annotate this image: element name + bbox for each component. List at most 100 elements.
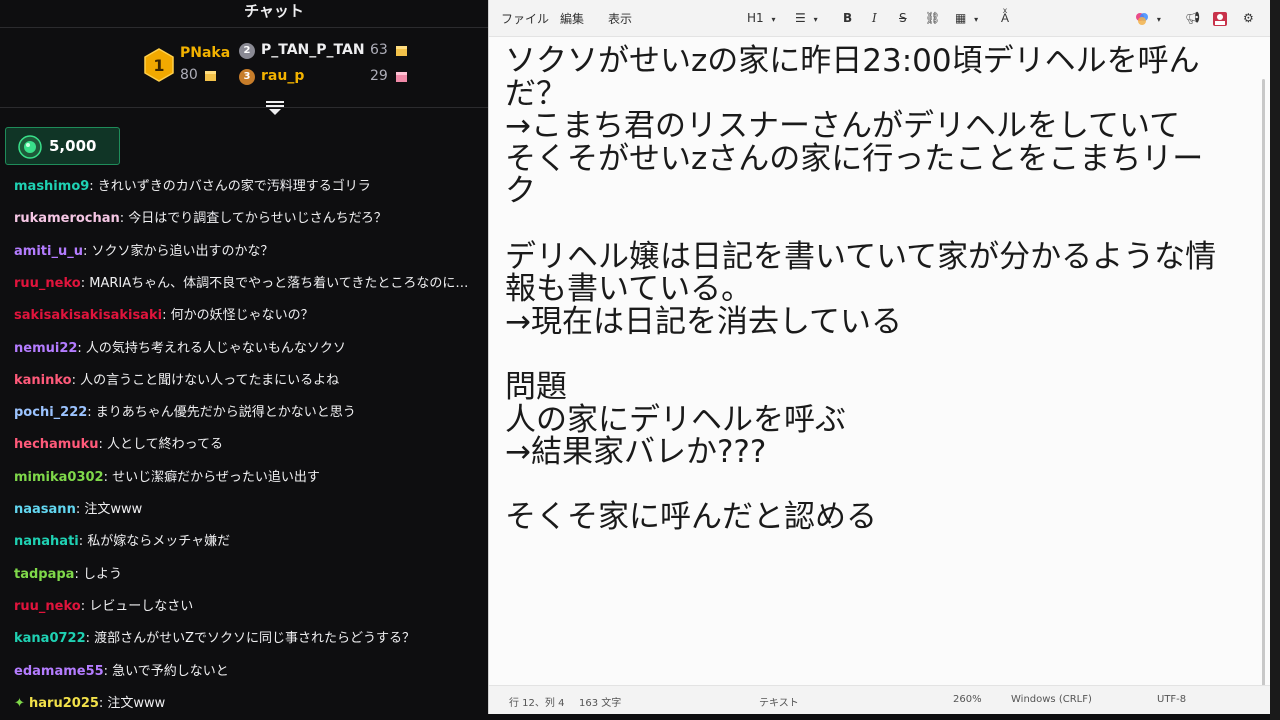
copilot-dropdown[interactable]: ▾ — [1135, 8, 1161, 28]
rank-1-number: 1 — [153, 56, 164, 75]
chat-message-text: : 私が嫁ならメッチャ嫌だ — [78, 534, 231, 550]
list-dropdown[interactable]: ☰ ▾ — [795, 8, 818, 28]
document-line[interactable]: デリヘル嬢は日記を書いていて家が分かるような情 — [505, 240, 1255, 274]
chat-message-text: : 人として終わってる — [98, 437, 223, 453]
profile-icon — [1213, 11, 1227, 26]
chat-username[interactable]: naasann — [14, 502, 76, 517]
chat-message: pochi_222: まりあちゃん優先だから説得とかないと思う — [14, 402, 488, 424]
chat-username[interactable]: kaninko — [14, 373, 72, 388]
heading-dropdown[interactable]: H1 ▾ — [747, 8, 776, 28]
text-format[interactable]: テキスト — [759, 694, 799, 709]
document-line[interactable]: →結果家バレか??? — [505, 436, 1255, 469]
document-line[interactable]: だ？ — [505, 77, 1255, 111]
rank-2-badge: 2 — [239, 43, 255, 59]
document-line[interactable]: →こまち君のリスナーさんがデリヘルをしていて — [505, 110, 1255, 143]
account-icon[interactable] — [1213, 8, 1227, 28]
document-line[interactable] — [505, 469, 1255, 502]
chat-username[interactable]: tadpapa — [14, 567, 74, 582]
italic-button[interactable]: I — [872, 8, 877, 28]
table-icon: ▦ — [955, 11, 967, 25]
text-editor[interactable]: ソクソがせいzの家に昨日23:00頃デリヘルを呼ん だ？ →こまち君のリスナーさんが… — [489, 36, 1271, 715]
document-line[interactable]: ク — [505, 175, 1255, 208]
rank-1-badge-icon: 1 — [144, 48, 174, 82]
document-line[interactable]: 問題 — [505, 371, 1255, 404]
chat-message-text: : きれいずきのカバさんの家で汚料理するゴリラ — [89, 179, 371, 194]
megaphone-icon[interactable]: 📢︎ — [1185, 8, 1200, 28]
chat-username[interactable]: nemui22 — [14, 341, 77, 356]
clear-format-icon[interactable]: Aͯ — [1001, 8, 1009, 28]
gift-box-icon — [205, 71, 216, 81]
chat-message: naasann: 注文www — [14, 499, 488, 521]
menu-edit[interactable]: 編集 — [560, 10, 584, 27]
gift-box-icon — [396, 72, 407, 82]
line-ending[interactable]: Windows (CRLF) — [1011, 694, 1092, 705]
chat-username[interactable]: ruu_neko — [14, 599, 81, 614]
chat-message-text: : 急いで予約しないと — [103, 663, 229, 679]
document-line[interactable] — [505, 208, 1255, 241]
chevron-down-icon: ▾ — [813, 15, 818, 24]
char-count: 163 文字 — [579, 698, 622, 709]
copilot-icon — [1136, 12, 1148, 25]
document-line[interactable]: 報も書いている。 — [505, 273, 1255, 306]
chat-message: ✦ haru2025: 注文www — [14, 693, 488, 715]
chat-message-text: : 渡部さんがせいZでソクソに同じ事されたらどうする？ — [85, 631, 416, 647]
link-icon[interactable]: ⛓ — [925, 8, 940, 28]
document-line[interactable] — [505, 338, 1255, 371]
notepad-window: ファイル 編集 表示 H1 ▾ ☰ ▾ B I S ⛓ ▦ ▾ Aͯ ▾ 📢︎ — [488, 0, 1271, 715]
document-text[interactable]: ソクソがせいzの家に昨日23:00頃デリヘルを呼ん だ？ →こまち君のリスナーさんが… — [505, 45, 1255, 534]
chat-header: チャット — [0, 0, 488, 28]
zoom-level[interactable]: 260% — [953, 694, 982, 705]
chat-username[interactable]: pochi_222 — [14, 405, 87, 420]
table-dropdown[interactable]: ▦ ▾ — [955, 8, 978, 28]
chat-message: nemui22: 人の気持ち考えれる人じゃないもんなソクソ — [14, 338, 488, 360]
settings-gear-icon[interactable]: ⚙ — [1243, 8, 1254, 28]
menu-bar: ファイル 編集 表示 H1 ▾ ☰ ▾ B I S ⛓ ▦ ▾ Aͯ ▾ 📢︎ — [489, 0, 1271, 36]
document-line[interactable]: そくそ家に呼んだと認める — [505, 501, 1255, 534]
rank-3-score: 29 — [370, 68, 388, 84]
chat-username[interactable]: edamame55 — [14, 664, 104, 679]
chat-username[interactable]: haru2025 — [29, 696, 99, 711]
chat-message: tadpapa: しよう — [14, 564, 488, 586]
document-line[interactable]: ソクソがせいzの家に昨日23:00頃デリヘルを呼ん — [505, 45, 1255, 78]
chat-message: mashimo9: きれいずきのカバさんの家で汚料理するゴリラ — [14, 176, 488, 198]
chat-username[interactable]: mimika0302 — [14, 470, 104, 485]
chat-username[interactable]: amiti_u_u — [14, 244, 83, 259]
chat-message: mimika0302: せいじ潔癖だからぜったい追い出す — [14, 467, 488, 489]
encoding[interactable]: UTF-8 — [1157, 694, 1186, 705]
chat-username[interactable]: ruu_neko — [14, 276, 81, 291]
menu-file[interactable]: ファイル — [501, 10, 549, 27]
chat-message-text: : ソクソ家から追い出すのかな？ — [82, 243, 274, 259]
rank-3-badge: 3 — [239, 69, 255, 85]
strikethrough-button[interactable]: S — [899, 8, 907, 28]
chat-message: ruu_neko: レビューしなさい — [14, 596, 488, 618]
document-line[interactable]: そくそがせいzさんの家に行ったことをこまちリー — [505, 143, 1255, 176]
chevron-down-icon: ▾ — [974, 15, 979, 24]
status-bar: 行 12、列 4 163 文字 テキスト 260% Windows (CRLF)… — [489, 685, 1271, 714]
rank-3-name: rau_p — [261, 68, 305, 84]
chat-username[interactable]: rukamerochan — [14, 211, 120, 226]
chat-username[interactable]: sakisakisakisakisaki — [14, 308, 162, 323]
document-line[interactable]: →現在は日記を消去している — [505, 306, 1255, 339]
chat-message: hechamuku: 人として終わってる — [14, 434, 488, 456]
chat-username[interactable]: hechamuku — [14, 437, 99, 452]
rank-1-name: PNaka — [180, 45, 231, 61]
collapse-leaderboard-icon[interactable] — [265, 100, 285, 116]
chevron-down-icon: ▾ — [771, 15, 776, 24]
chat-message: nanahati: 私が嫁ならメッチャ嫌だ — [14, 531, 488, 553]
chat-username[interactable]: nanahati — [14, 534, 79, 549]
gift-leaderboard[interactable]: 1 PNaka 80 2 P_TAN_P_TAN 63 3 rau_p 29 — [0, 30, 488, 108]
bold-button[interactable]: B — [843, 8, 852, 28]
chat-username[interactable]: kana0722 — [14, 631, 86, 646]
chat-message: sakisakisakisakisaki: 何かの妖怪じゃないの？ — [14, 305, 488, 327]
chat-message: rukamerochan: 今日はでり調査してからせいじさんちだろ？ — [14, 208, 488, 230]
background-strip — [1270, 0, 1280, 720]
chat-username[interactable]: mashimo9 — [14, 179, 89, 194]
chat-message: kana0722: 渡部さんがせいZでソクソに同じ事されたらどうする？ — [14, 628, 488, 650]
chat-message-text: : 何かの妖怪じゃないの？ — [162, 308, 314, 324]
gem-icon — [18, 135, 42, 159]
document-line[interactable]: 人の家にデリヘルを呼ぶ — [505, 403, 1255, 437]
menu-view[interactable]: 表示 — [608, 10, 632, 27]
vertical-scrollbar[interactable] — [1262, 79, 1265, 715]
rank-2-score: 63 — [370, 42, 388, 58]
gift-goal-pill[interactable]: 5,000 — [5, 127, 120, 165]
